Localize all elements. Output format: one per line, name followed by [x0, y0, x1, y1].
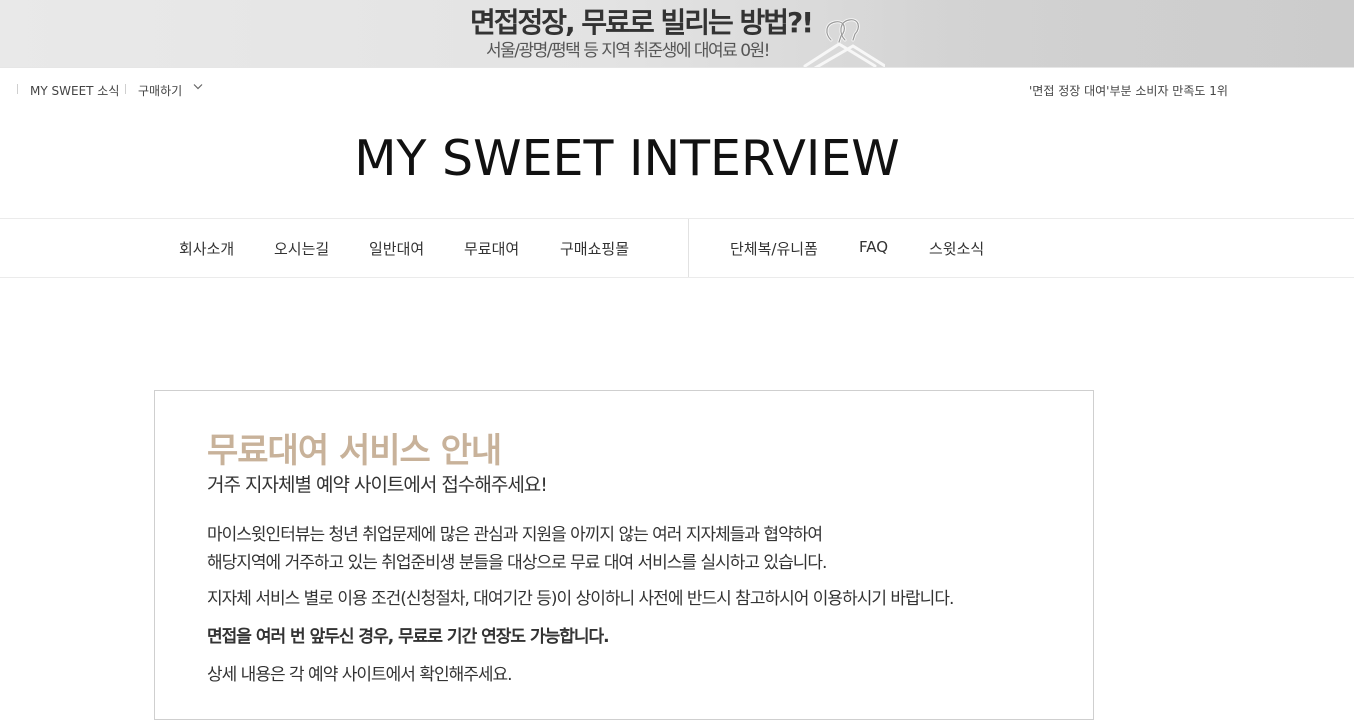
info-paragraph: 마이스윗인터뷰는 청년 취업문제에 많은 관심과 지원을 아끼지 않는 여러 지…	[207, 525, 823, 545]
nav-divider	[688, 219, 689, 277]
banner-title: 면접정장, 무료로 빌리는 방법?!	[470, 6, 814, 39]
info-paragraph: 해당지역에 거주하고 있는 취업준비생 분들을 대상으로 무료 대여 서비스를 …	[207, 553, 827, 573]
util-separator	[125, 84, 126, 94]
utility-bar: MY SWEET 소식 구매하기 '면접 정장 대여'부분 소비자 만족도 1위	[0, 67, 1354, 109]
nav-item-faq[interactable]: FAQ	[859, 238, 888, 256]
util-separator	[17, 84, 18, 94]
info-subtitle: 거주 지자체별 예약 사이트에서 접수해주세요!	[207, 474, 548, 496]
banner-background	[860, 0, 1354, 67]
nav-item-general-rental[interactable]: 일반대여	[369, 238, 424, 259]
info-paragraph-emphasis: 면접을 여러 번 앞두신 경우, 무료로 기간 연장도 가능합니다.	[207, 627, 610, 647]
purchase-link[interactable]: 구매하기	[138, 82, 182, 99]
chevron-down-icon[interactable]	[193, 83, 203, 91]
nav-item-directions[interactable]: 오시는길	[274, 238, 329, 259]
hanger-icon	[803, 18, 885, 67]
main-navigation: 회사소개 오시는길 일반대여 무료대여 구매쇼핑몰 단체복/유니폼 FAQ 스윗…	[0, 218, 1354, 278]
site-logo[interactable]: MY SWEET INTERVIEW	[0, 130, 1254, 187]
info-title: 무료대여 서비스 안내	[207, 431, 502, 471]
satisfaction-tagline: '면접 정장 대여'부분 소비자 만족도 1위	[1029, 84, 1228, 98]
news-link[interactable]: MY SWEET 소식	[30, 82, 119, 99]
nav-item-free-rental[interactable]: 무료대여	[464, 238, 519, 259]
top-banner[interactable]: 면접정장, 무료로 빌리는 방법?! 서울/광명/평택 등 지역 취준생에 대여…	[0, 0, 1354, 67]
nav-item-about[interactable]: 회사소개	[179, 238, 234, 259]
banner-subtitle: 서울/광명/평택 등 지역 취준생에 대여료 0원!	[486, 41, 771, 61]
info-paragraph: 지자체 서비스 별로 이용 조건(신청절차, 대여기간 등)이 상이하니 사전에…	[207, 589, 954, 609]
free-rental-info-box: 무료대여 서비스 안내 거주 지자체별 예약 사이트에서 접수해주세요! 마이스…	[154, 390, 1094, 720]
nav-item-sweet-news[interactable]: 스윗소식	[929, 238, 984, 259]
info-paragraph: 상세 내용은 각 예약 사이트에서 확인해주세요.	[207, 665, 513, 685]
nav-item-shop[interactable]: 구매쇼핑몰	[560, 238, 629, 259]
nav-item-group-uniform[interactable]: 단체복/유니폼	[730, 238, 818, 259]
